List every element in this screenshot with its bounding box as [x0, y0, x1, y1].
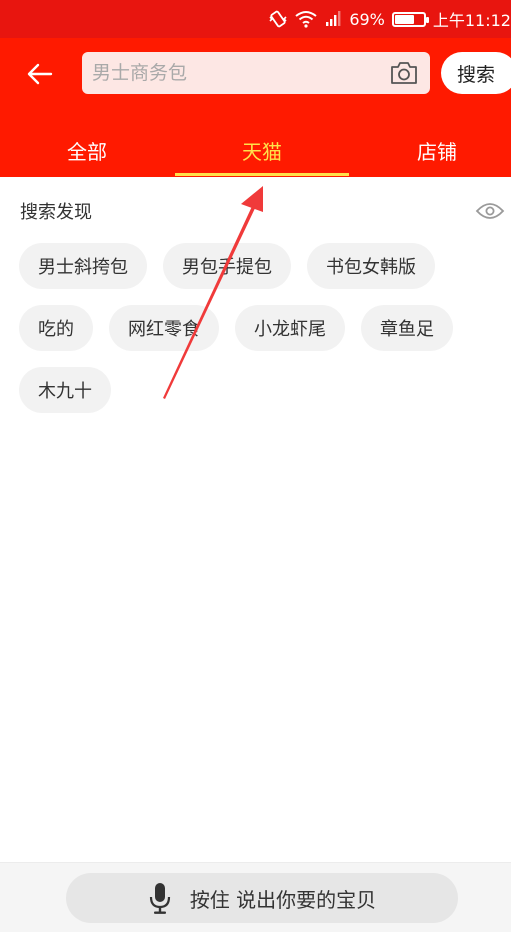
active-tab-indicator [175, 173, 349, 176]
search-box [82, 52, 430, 94]
discover-chip[interactable]: 小龙虾尾 [235, 305, 345, 351]
status-bar: 69% 上午11:12 [0, 0, 511, 38]
discover-chip[interactable]: 书包女韩版 [307, 243, 435, 289]
voice-search-button[interactable]: 按住 说出你要的宝贝 [66, 873, 458, 923]
search-button[interactable]: 搜索 [441, 52, 511, 94]
discover-chips: 男士斜挎包 男包手提包 书包女韩版 吃的 网红零食 小龙虾尾 章鱼足 木九十 [19, 243, 489, 413]
battery-icon [391, 11, 429, 27]
wifi-icon [295, 11, 317, 28]
back-arrow-icon [27, 63, 53, 85]
voice-search-bar: 按住 说出你要的宝贝 [0, 862, 511, 932]
discover-chip[interactable]: 网红零食 [109, 305, 219, 351]
status-indicators: 69% 上午11:12 [268, 0, 511, 38]
tab-all[interactable]: 全部 [0, 123, 174, 177]
discover-chip[interactable]: 章鱼足 [361, 305, 453, 351]
discover-chip[interactable]: 男包手提包 [163, 243, 291, 289]
tab-tmall[interactable]: 天猫 [175, 123, 349, 177]
microphone-icon [149, 883, 170, 914]
voice-search-label: 按住 说出你要的宝贝 [189, 887, 377, 912]
annotation-arrow-head [241, 186, 263, 212]
battery-percent: 69% [349, 9, 385, 29]
vibrate-icon [269, 10, 287, 28]
search-input[interactable] [92, 52, 382, 94]
discover-chip[interactable]: 男士斜挎包 [19, 243, 147, 289]
search-scope-tabs: 全部 天猫 店铺 [0, 123, 511, 177]
toggle-discover-visibility-button[interactable] [474, 198, 506, 224]
camera-button[interactable] [388, 57, 420, 89]
tab-shops[interactable]: 店铺 [350, 123, 511, 177]
discover-chip[interactable]: 吃的 [19, 305, 93, 351]
battery-fill [394, 14, 414, 24]
back-button[interactable] [22, 56, 58, 92]
discover-title: 搜索发现 [20, 202, 92, 223]
search-screen: 69% 上午11:12 搜索 全部 天猫 店 [0, 0, 511, 932]
camera-icon [391, 62, 417, 84]
eye-icon [475, 203, 505, 219]
search-header: 搜索 全部 天猫 店铺 [0, 38, 511, 177]
clock: 上午11:12 [432, 11, 511, 30]
signal-icon [326, 11, 341, 26]
discover-chip[interactable]: 木九十 [19, 367, 111, 413]
